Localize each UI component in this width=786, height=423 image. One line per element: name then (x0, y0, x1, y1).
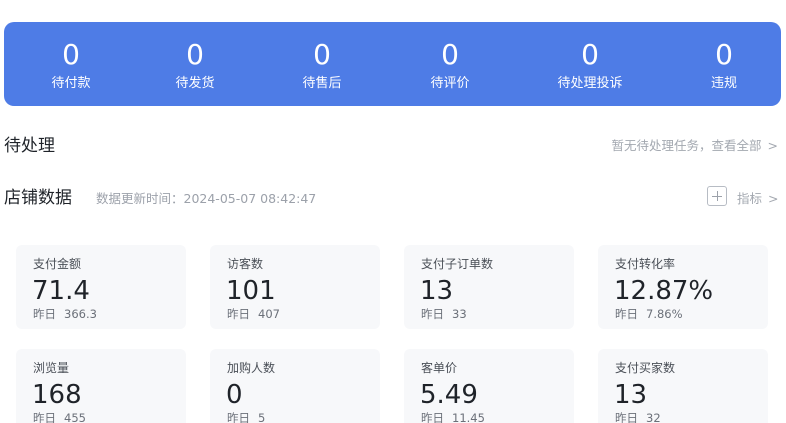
status-violations[interactable]: 0 违规 (669, 22, 779, 106)
metrics-link-label: 指标 (737, 191, 763, 206)
metric-label: 浏览量 (33, 361, 70, 375)
status-label: 待付款 (51, 76, 91, 91)
status-pending-payment[interactable]: 0 待付款 (16, 22, 126, 106)
pending-title: 待处理 (4, 136, 55, 156)
metric-card-add-to-cart[interactable]: 加购人数 0 昨日 5 (210, 349, 380, 423)
metric-value: 5.49 (420, 380, 478, 410)
status-count: 0 (715, 38, 733, 71)
chevron-right-icon: > (768, 191, 779, 206)
metric-yesterday: 昨日 33 (421, 307, 467, 322)
metrics-link[interactable]: 指标 > (737, 190, 779, 208)
metric-label: 支付转化率 (615, 257, 676, 271)
metric-yesterday: 昨日 7.86% (615, 307, 683, 322)
metric-card-visitors[interactable]: 访客数 101 昨日 407 (210, 245, 380, 329)
metric-yesterday: 昨日 32 (615, 411, 661, 423)
metric-yesterday: 昨日 366.3 (33, 307, 97, 322)
metric-label: 访客数 (227, 257, 264, 271)
metric-card-page-views[interactable]: 浏览量 168 昨日 455 (16, 349, 186, 423)
yesterday-label: 昨日 (421, 411, 444, 423)
status-label: 待处理投诉 (557, 76, 623, 91)
yesterday-value: 7.86% (646, 307, 683, 321)
yesterday-label: 昨日 (33, 411, 56, 423)
metric-value: 13 (420, 276, 454, 306)
yesterday-value: 33 (452, 307, 467, 321)
yesterday-label: 昨日 (227, 411, 250, 423)
yesterday-value: 5 (258, 411, 266, 423)
status-pending-complaints[interactable]: 0 待处理投诉 (535, 22, 645, 106)
yesterday-label: 昨日 (33, 307, 56, 321)
metric-value: 12.87% (614, 276, 714, 306)
view-all-pending-text: 暂无待处理任务，查看全部 (611, 138, 762, 153)
status-count: 0 (186, 38, 204, 71)
metric-label: 支付金额 (33, 257, 82, 271)
metric-label: 加购人数 (227, 361, 276, 375)
status-label: 待售后 (302, 76, 342, 91)
status-label: 待评价 (430, 76, 470, 91)
metric-value: 168 (32, 380, 82, 410)
status-count: 0 (62, 38, 80, 71)
update-time: 数据更新时间：2024-05-07 08:42:47 (96, 191, 317, 206)
metric-value: 0 (226, 380, 243, 410)
view-all-pending-link[interactable]: 暂无待处理任务，查看全部 > (612, 137, 779, 155)
yesterday-label: 昨日 (615, 307, 638, 321)
metric-value: 71.4 (32, 276, 90, 306)
status-pending-after-sale[interactable]: 0 待售后 (267, 22, 377, 106)
metric-yesterday: 昨日 11.45 (421, 411, 485, 423)
metric-label: 支付子订单数 (421, 257, 494, 271)
plus-square-icon[interactable] (707, 186, 727, 206)
metric-yesterday: 昨日 407 (227, 307, 280, 322)
status-pending-shipment[interactable]: 0 待发货 (140, 22, 250, 106)
store-dashboard: 0 待付款 0 待发货 0 待售后 0 待评价 0 待处理投诉 0 违规 待处理… (0, 0, 786, 423)
metric-yesterday: 昨日 5 (227, 411, 265, 423)
metric-card-payment-amount[interactable]: 支付金额 71.4 昨日 366.3 (16, 245, 186, 329)
status-label: 违规 (710, 76, 737, 91)
yesterday-value: 32 (646, 411, 661, 423)
yesterday-label: 昨日 (421, 307, 444, 321)
yesterday-value: 366.3 (64, 307, 97, 321)
status-count: 0 (313, 38, 331, 71)
yesterday-label: 昨日 (227, 307, 250, 321)
yesterday-value: 407 (258, 307, 280, 321)
metric-label: 客单价 (421, 361, 458, 375)
metric-label: 支付买家数 (615, 361, 676, 375)
status-label: 待发货 (175, 76, 215, 91)
status-count: 0 (441, 38, 459, 71)
metric-card-paying-buyers[interactable]: 支付买家数 13 昨日 32 (598, 349, 768, 423)
metric-yesterday: 昨日 455 (33, 411, 86, 423)
status-pending-review[interactable]: 0 待评价 (395, 22, 505, 106)
status-count: 0 (581, 38, 599, 71)
yesterday-value: 455 (64, 411, 86, 423)
metric-card-paid-suborders[interactable]: 支付子订单数 13 昨日 33 (404, 245, 574, 329)
metric-value: 13 (614, 380, 648, 410)
yesterday-label: 昨日 (615, 411, 638, 423)
metric-card-conversion-rate[interactable]: 支付转化率 12.87% 昨日 7.86% (598, 245, 768, 329)
metric-value: 101 (226, 276, 276, 306)
chevron-right-icon: > (767, 138, 778, 153)
order-status-bar: 0 待付款 0 待发货 0 待售后 0 待评价 0 待处理投诉 0 违规 (4, 22, 781, 106)
store-data-title: 店铺数据 (4, 188, 72, 208)
yesterday-value: 11.45 (452, 411, 485, 423)
metric-card-avg-order-value[interactable]: 客单价 5.49 昨日 11.45 (404, 349, 574, 423)
